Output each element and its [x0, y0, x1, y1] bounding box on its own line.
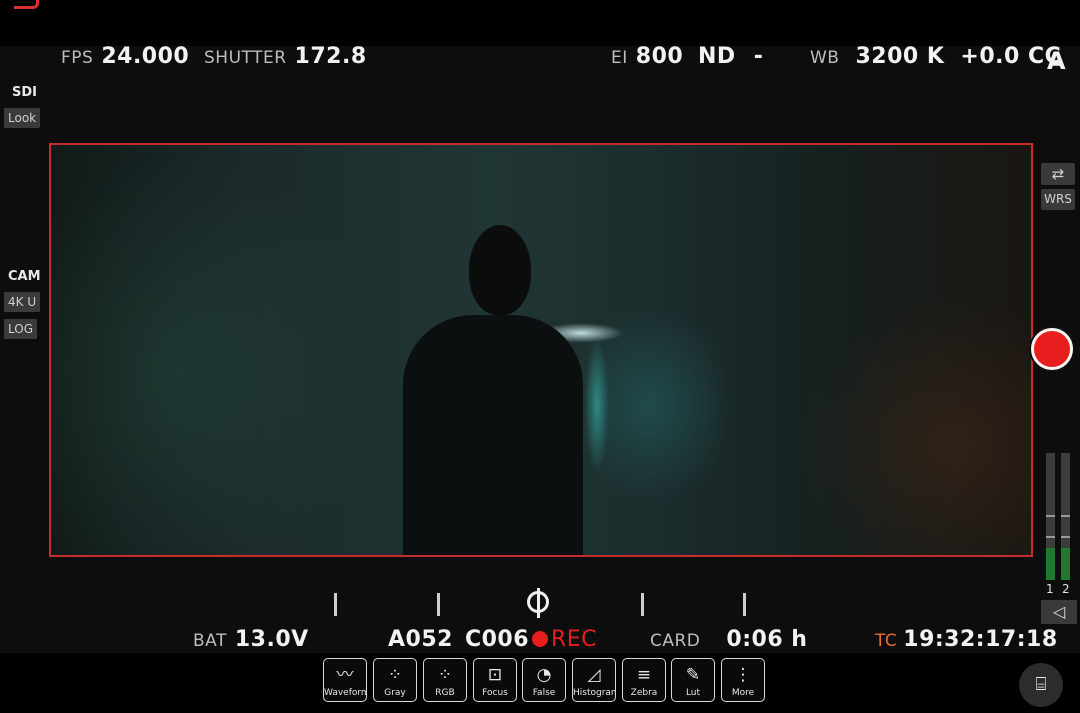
nd-value: -	[753, 44, 764, 69]
battery-readout: BAT 13.0V	[193, 627, 309, 652]
app-corner-icon	[14, 0, 39, 9]
focus-scale-tick	[641, 593, 644, 616]
resolution-chip[interactable]: 4K U	[4, 292, 41, 312]
audio-meter-1	[1046, 453, 1055, 580]
audio-meter-1-fill	[1046, 548, 1055, 580]
focus-label: Focus	[482, 688, 508, 698]
audio-meter-2	[1061, 453, 1070, 580]
more-vertical-icon: ⋮	[734, 665, 752, 685]
rec-dot-icon	[532, 631, 548, 647]
nd-readout[interactable]: ND -	[698, 44, 763, 69]
fps-value: 24.000	[101, 44, 190, 69]
gray-label: Gray	[384, 688, 406, 698]
rec-label: REC	[551, 627, 598, 652]
mode-letter: A	[1047, 47, 1067, 75]
card-value: 0:06 h	[726, 627, 808, 652]
nd-label: ND	[698, 44, 736, 69]
focus-scale-tick	[334, 593, 337, 616]
audio-channel-1-label: 1	[1046, 582, 1054, 596]
cam-label: CAM	[8, 269, 41, 284]
fps-label: FPS	[61, 48, 94, 68]
waveform-button[interactable]: 〰 Waveform	[323, 658, 367, 702]
mode-indicator[interactable]: A	[1047, 47, 1066, 75]
zebra-lines-icon: ≡	[636, 665, 652, 685]
card-label: CARD	[650, 631, 701, 651]
reel-value: A052	[388, 627, 453, 652]
clip-readout: A052 C006	[388, 627, 529, 652]
focus-scale-tick	[437, 593, 440, 616]
waveform-icon: 〰	[336, 665, 354, 685]
lut-button[interactable]: ✎ Lut	[671, 658, 715, 702]
meter-tick	[1046, 515, 1055, 517]
speaker-icon[interactable]: ◁	[1041, 600, 1077, 624]
lut-label: Lut	[685, 688, 701, 698]
focus-knob-icon[interactable]	[527, 588, 549, 618]
histogram-label: Histogram	[573, 688, 615, 698]
subject-silhouette-body	[403, 315, 583, 555]
bat-label: BAT	[193, 631, 227, 651]
histogram-button[interactable]: ◿ Histogram	[572, 658, 616, 702]
wrs-button[interactable]: WRS	[1041, 189, 1075, 210]
false-color-button[interactable]: ◔ False	[522, 658, 566, 702]
gamma-chip[interactable]: LOG	[4, 319, 38, 339]
more-label: More	[731, 688, 755, 698]
tc-value: 19:32:17:18	[903, 627, 1058, 652]
false-color-palette-icon: ◔	[536, 665, 552, 685]
zebra-button[interactable]: ≡ Zebra	[622, 658, 666, 702]
gray-dots-icon: ⁘	[387, 665, 403, 685]
ei-label: EI	[611, 48, 628, 68]
subject-silhouette-head	[469, 225, 531, 315]
record-button[interactable]	[1031, 328, 1073, 370]
tc-label: TC	[875, 631, 898, 651]
shutter-label: SHUTTER	[204, 48, 287, 68]
shutter-value: 172.8	[294, 44, 367, 69]
more-button[interactable]: ⋮ More	[721, 658, 765, 702]
ei-readout[interactable]: EI 800	[611, 44, 683, 69]
audio-meter-2-fill	[1061, 548, 1070, 580]
waveform-label: Waveform	[324, 688, 366, 698]
wb-value: 3200 K	[855, 44, 945, 69]
top-bar	[0, 0, 1080, 46]
shutter-readout[interactable]: SHUTTER 172.8	[204, 44, 367, 69]
wb-readout[interactable]: WB 3200 K +0.0 CC	[810, 44, 1061, 69]
scan-icon[interactable]: ⌸	[1019, 663, 1063, 707]
video-preview-frame[interactable]	[49, 143, 1033, 557]
meter-tick	[1046, 536, 1055, 538]
zebra-label: Zebra	[630, 688, 658, 698]
clip-value: C006	[464, 627, 530, 652]
audio-channel-2-label: 2	[1062, 582, 1070, 596]
timecode-readout[interactable]: TC 19:32:17:18	[875, 627, 1058, 652]
rgb-dots-icon: ⁘	[437, 665, 453, 685]
bat-value: 13.0V	[234, 627, 309, 652]
focus-icon: ⊡	[487, 665, 503, 685]
meter-tick	[1061, 536, 1070, 538]
wb-label: WB	[810, 48, 840, 68]
ei-value: 800	[635, 44, 684, 69]
look-chip[interactable]: Look	[4, 108, 41, 128]
false-label: False	[532, 688, 556, 698]
meter-tick	[1061, 515, 1070, 517]
sdi-label: SDI	[12, 85, 37, 100]
gray-button[interactable]: ⁘ Gray	[373, 658, 417, 702]
focus-button[interactable]: ⊡ Focus	[473, 658, 517, 702]
camera-flip-icon[interactable]: ⇄	[1041, 163, 1075, 185]
card-readout: CARD 0:06 h	[650, 627, 807, 652]
lut-wand-icon: ✎	[685, 665, 701, 685]
fps-readout[interactable]: FPS 24.000	[61, 44, 189, 69]
focus-scale-tick	[743, 593, 746, 616]
rgb-label: RGB	[435, 688, 455, 698]
rec-indicator: REC	[532, 627, 597, 652]
histogram-icon: ◿	[587, 665, 601, 685]
rgb-button[interactable]: ⁘ RGB	[423, 658, 467, 702]
